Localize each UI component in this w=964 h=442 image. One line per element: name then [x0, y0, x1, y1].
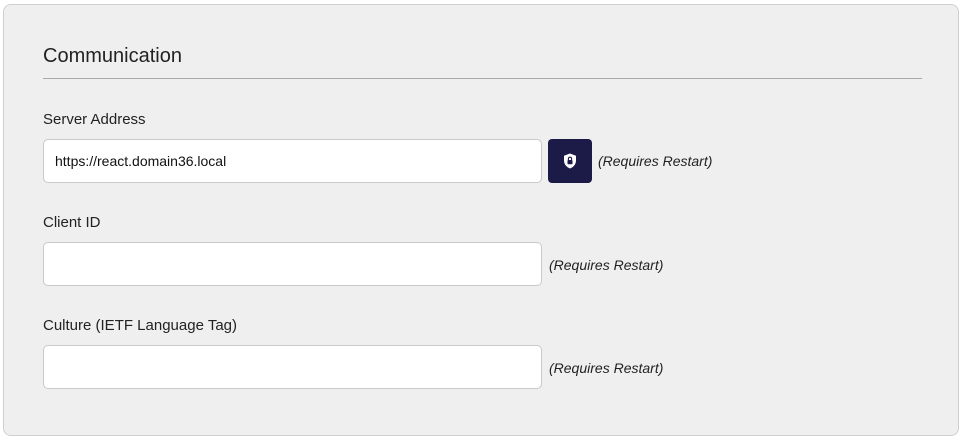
culture-restart-note: (Requires Restart) — [549, 360, 664, 376]
section-title: Communication — [43, 45, 182, 67]
shield-lock-icon — [561, 152, 579, 170]
secure-connection-button[interactable] — [548, 139, 592, 183]
culture-label: Culture (IETF Language Tag) — [43, 317, 237, 334]
client-id-input[interactable] — [43, 242, 542, 286]
server-address-label: Server Address — [43, 111, 146, 128]
server-address-input[interactable] — [43, 139, 542, 183]
section-divider — [43, 78, 922, 79]
server-address-restart-note: (Requires Restart) — [598, 153, 713, 169]
culture-input[interactable] — [43, 345, 542, 389]
client-id-restart-note: (Requires Restart) — [549, 257, 664, 273]
communication-panel: Communication Server Address (Requires R… — [3, 4, 959, 436]
client-id-label: Client ID — [43, 214, 101, 231]
